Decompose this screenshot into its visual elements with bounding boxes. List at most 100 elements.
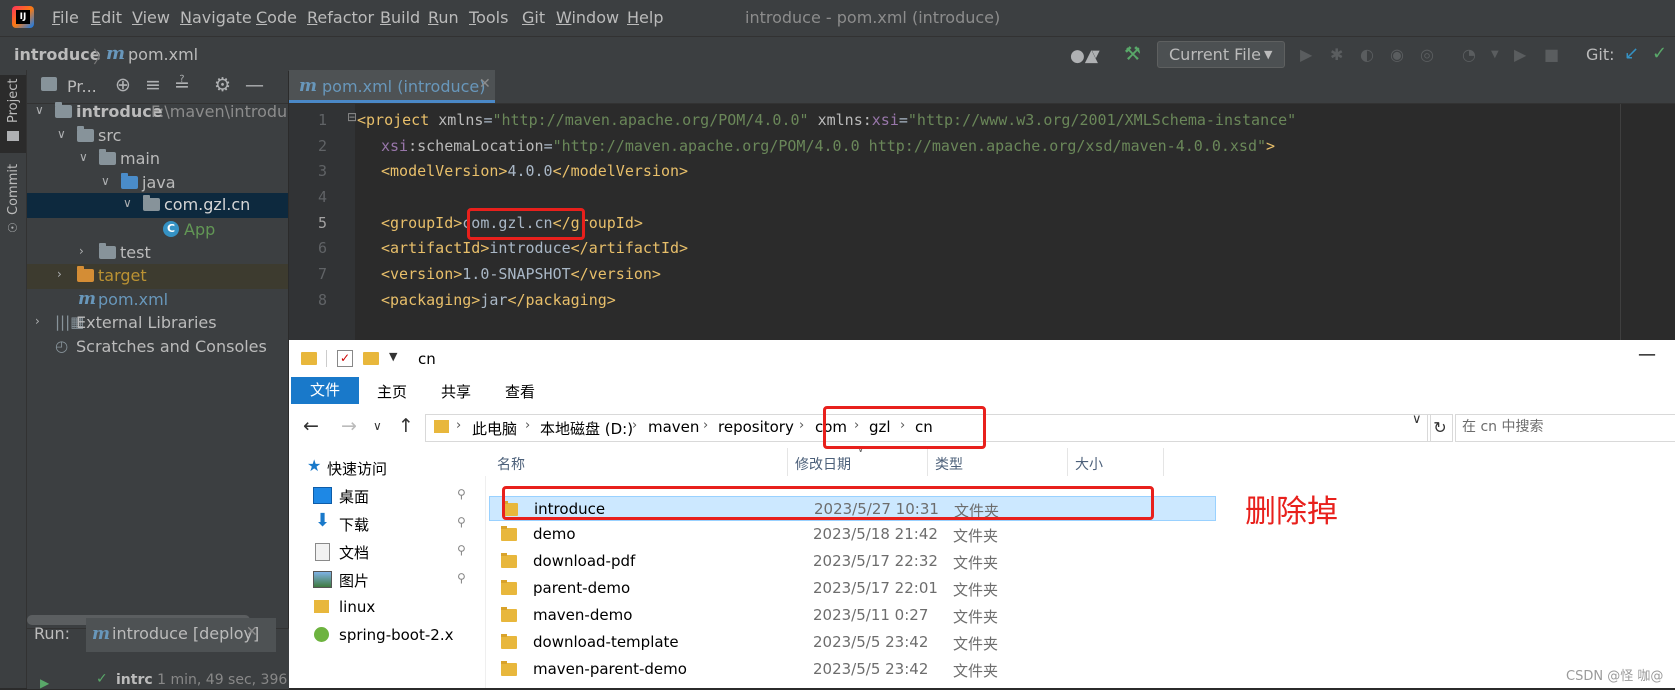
column-date-modified[interactable]: 修改日期: [795, 454, 851, 474]
menu-code[interactable]: Code: [256, 8, 297, 27]
minimize-icon[interactable]: —: [1638, 344, 1656, 365]
menu-refactor[interactable]: Refactor: [307, 8, 374, 27]
menu-build[interactable]: Build: [380, 8, 420, 27]
gear-icon[interactable]: ⚙: [214, 74, 231, 96]
tree-item-src[interactable]: ∨ src: [27, 124, 288, 149]
breadcrumb-project[interactable]: introduce: [14, 45, 101, 64]
file-row-maven-parent-demo[interactable]: maven-parent-demo 2023/5/5 23:42 文件夹: [489, 657, 1479, 682]
column-size[interactable]: 大小: [1075, 454, 1103, 474]
profile-icon[interactable]: ◉: [1390, 45, 1404, 64]
menu-run[interactable]: Run: [428, 8, 459, 27]
chevron-right-icon[interactable]: ›: [525, 418, 530, 433]
chevron-right-icon[interactable]: ›: [57, 267, 62, 281]
forward-arrow-icon[interactable]: →: [341, 415, 357, 437]
tree-item-pom[interactable]: m pom.xml: [27, 288, 288, 313]
chevron-down-icon[interactable]: ∨: [79, 150, 88, 164]
menu-help[interactable]: Help: [627, 8, 663, 27]
file-row-maven-demo[interactable]: maven-demo 2023/5/11 0:27 文件夹: [489, 603, 1479, 628]
nav-spring-boot[interactable]: spring-boot-2.x: [313, 622, 473, 650]
nav-documents[interactable]: 文档 ⚲: [313, 538, 473, 566]
nav-pictures[interactable]: 图片 ⚲: [313, 566, 473, 594]
coverage-icon[interactable]: ◐: [1360, 45, 1374, 64]
nav-desktop[interactable]: 桌面 ⚲: [313, 482, 473, 510]
menu-navigate[interactable]: Navigate: [180, 8, 252, 27]
run-status-line[interactable]: intrc 1 min, 49 sec, 396 m: [116, 672, 305, 688]
fold-marker-icon[interactable]: ⊟: [347, 110, 357, 124]
tree-item-external-libraries[interactable]: › |||▦ External Libraries: [27, 311, 288, 336]
ribbon-tab-share[interactable]: 共享: [441, 381, 471, 402]
address-crumb-maven[interactable]: maven: [648, 418, 699, 436]
nav-quick-access[interactable]: ★ 快速访问: [301, 454, 471, 482]
chevron-down-icon[interactable]: ∨: [123, 196, 132, 210]
file-row-parent-demo[interactable]: parent-demo 2023/5/17 22:01 文件夹: [489, 576, 1479, 601]
ribbon-tab-view[interactable]: 查看: [505, 381, 535, 402]
up-arrow-icon[interactable]: ↑: [398, 415, 414, 437]
chevron-down-icon[interactable]: ∨: [35, 103, 44, 117]
pin-icon[interactable]: ⚲: [457, 487, 466, 501]
column-divider[interactable]: [1067, 448, 1068, 476]
run-configuration-select[interactable]: Current File ▼: [1157, 41, 1285, 68]
git-commit-icon[interactable]: ✓: [1652, 43, 1667, 64]
expand-all-icon[interactable]: ≡: [145, 74, 161, 96]
project-tool-button[interactable]: Project: [0, 75, 26, 153]
new-folder-icon[interactable]: [363, 352, 379, 365]
search-input[interactable]: [1456, 415, 1675, 439]
chevron-right-icon[interactable]: ›: [799, 418, 804, 433]
hide-panel-icon[interactable]: —: [245, 74, 264, 96]
pin-icon[interactable]: ⚲: [457, 571, 466, 585]
menu-edit[interactable]: Edit: [91, 8, 122, 27]
chevron-down-icon[interactable]: ∨: [101, 174, 110, 188]
menu-window[interactable]: Window: [556, 8, 619, 27]
collapse-all-icon[interactable]: ≟: [174, 74, 190, 96]
git-update-icon[interactable]: ↙: [1624, 43, 1639, 64]
close-icon[interactable]: ✕: [246, 624, 258, 640]
menu-tools[interactable]: Tools: [469, 8, 508, 27]
recent-locations-icon[interactable]: ∨: [373, 419, 382, 433]
menu-git[interactable]: Git: [522, 8, 545, 27]
address-crumb-drive[interactable]: 本地磁盘 (D:): [540, 418, 633, 439]
chevron-right-icon[interactable]: ›: [35, 314, 40, 328]
run-icon[interactable]: ▶: [1300, 45, 1312, 64]
nav-linux[interactable]: linux: [313, 594, 473, 622]
chevron-down-icon[interactable]: ▼: [1491, 49, 1499, 60]
column-name[interactable]: 名称: [497, 454, 525, 474]
tree-item-introduce[interactable]: ∨ introduce F:\maven\introdu: [27, 100, 288, 125]
build-hammer-icon[interactable]: ⚒: [1124, 43, 1141, 65]
chevron-down-icon[interactable]: ▼: [1092, 49, 1100, 60]
tree-item-main[interactable]: ∨ main: [27, 147, 288, 172]
breadcrumb-file[interactable]: pom.xml: [128, 45, 198, 64]
chevron-right-icon[interactable]: ›: [456, 418, 461, 433]
tree-item-package[interactable]: ∨ com.gzl.cn: [27, 193, 288, 218]
chevron-down-icon[interactable]: ∨: [57, 127, 66, 141]
pin-icon[interactable]: ⚲: [457, 515, 466, 529]
commit-tool-button[interactable]: Commit ☉: [0, 163, 26, 238]
column-divider[interactable]: [1163, 448, 1164, 476]
menu-file[interactable]: File: [52, 8, 79, 27]
tree-item-app[interactable]: C App: [27, 218, 288, 243]
chevron-right-icon[interactable]: ›: [79, 244, 84, 258]
properties-icon[interactable]: ✓: [337, 350, 353, 367]
column-divider[interactable]: [927, 448, 928, 476]
column-type[interactable]: 类型: [935, 454, 963, 474]
file-row-download-pdf[interactable]: download-pdf 2023/5/17 22:32 文件夹: [489, 549, 1479, 574]
customize-toolbar-icon[interactable]: ▼: [389, 350, 397, 363]
file-row-download-template[interactable]: download-template 2023/5/5 23:42 文件夹: [489, 630, 1479, 655]
chevron-right-icon[interactable]: ›: [632, 418, 637, 433]
refresh-icon[interactable]: ↻: [1427, 414, 1453, 442]
ribbon-tab-home[interactable]: 主页: [377, 381, 407, 402]
tab-pom-xml[interactable]: m pom.xml (introduce) ✕: [289, 70, 495, 103]
address-crumb-pc[interactable]: 此电脑: [472, 418, 517, 439]
tab-run-deploy[interactable]: m introduce [deploy] ✕: [86, 618, 276, 652]
debug-icon[interactable]: ✱: [1330, 45, 1343, 64]
tree-item-scratches[interactable]: ◴ Scratches and Consoles: [27, 335, 288, 360]
tree-item-target[interactable]: › target: [27, 264, 288, 289]
attach-icon[interactable]: ◎: [1420, 45, 1434, 64]
locate-file-icon[interactable]: ⊕: [115, 74, 131, 96]
nav-downloads[interactable]: ⬇ 下载 ⚲: [313, 510, 473, 538]
chevron-down-icon[interactable]: ∨: [1412, 412, 1422, 427]
close-icon[interactable]: ✕: [479, 76, 491, 92]
chevron-right-icon[interactable]: ›: [703, 418, 708, 433]
tree-item-test[interactable]: › test: [27, 241, 288, 266]
back-arrow-icon[interactable]: ←: [303, 415, 319, 437]
column-divider[interactable]: [787, 448, 788, 476]
